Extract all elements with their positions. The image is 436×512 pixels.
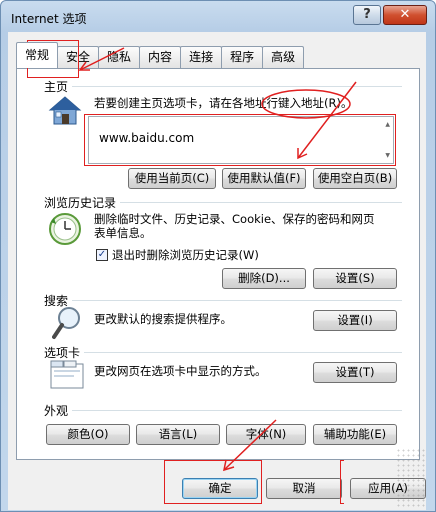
languages-button[interactable]: 语言(L) — [136, 424, 220, 445]
history-divider — [120, 202, 402, 203]
watermark-pattern — [396, 448, 426, 508]
tab-content[interactable]: 内容 — [139, 46, 182, 68]
delete-history-on-exit-checkbox[interactable]: ✓ — [96, 249, 108, 261]
tab-connections[interactable]: 连接 — [180, 46, 223, 68]
use-default-button[interactable]: 使用默认值(F) — [222, 168, 306, 189]
window-title: Internet 选项 — [11, 12, 87, 26]
appearance-divider — [72, 410, 402, 411]
fonts-button[interactable]: 字体(N) — [226, 424, 306, 445]
tab-privacy[interactable]: 隐私 — [98, 46, 141, 68]
cancel-button[interactable]: 取消 — [266, 478, 342, 499]
homepage-divider — [72, 86, 402, 87]
tab-general[interactable]: 常规 — [16, 42, 59, 68]
search-magnifier-icon — [52, 307, 80, 339]
history-clock-icon — [49, 213, 81, 245]
annotation-box-homepage — [84, 114, 396, 166]
delete-history-on-exit-label[interactable]: 退出时删除浏览历史记录(W) — [112, 248, 259, 262]
home-icon — [48, 96, 82, 125]
use-current-button[interactable]: 使用当前页(C) — [128, 168, 216, 189]
search-divider — [72, 300, 402, 301]
homepage-description: 若要创建主页选项卡，请在各地址行键入地址(R)。 — [94, 96, 353, 110]
close-button[interactable]: ✕ — [383, 5, 427, 25]
tabs-description: 更改网页在选项卡中显示的方式。 — [94, 364, 267, 378]
accessibility-button[interactable]: 辅助功能(E) — [313, 424, 397, 445]
search-settings-button[interactable]: 设置(I) — [313, 310, 397, 331]
search-description: 更改默认的搜索提供程序。 — [94, 312, 232, 326]
tab-advanced[interactable]: 高级 — [262, 46, 305, 68]
delete-history-button[interactable]: 删除(D)... — [222, 268, 306, 289]
colors-button[interactable]: 颜色(O) — [46, 424, 130, 445]
history-settings-button[interactable]: 设置(S) — [313, 268, 397, 289]
tabs-section-label: 选项卡 — [44, 346, 81, 360]
use-blank-button[interactable]: 使用空白页(B) — [313, 168, 397, 189]
title-bar[interactable]: Internet 选项 ? ✕ — [1, 1, 435, 33]
tabs-window-icon — [50, 360, 84, 389]
history-description-line1: 删除临时文件、历史记录、Cookie、保存的密码和网页 — [94, 212, 375, 226]
tab-programs[interactable]: 程序 — [221, 46, 264, 68]
annotation-box-apply-edge — [340, 460, 344, 504]
homepage-section-label: 主页 — [44, 80, 69, 94]
tabs-settings-button[interactable]: 设置(T) — [313, 362, 397, 383]
help-button[interactable]: ? — [353, 5, 381, 25]
annotation-box-ok — [164, 460, 262, 504]
history-section-label: 浏览历史记录 — [44, 196, 117, 210]
history-description-line2: 表单信息。 — [94, 226, 152, 240]
tabs-divider — [84, 352, 402, 353]
appearance-section-label: 外观 — [44, 404, 69, 418]
